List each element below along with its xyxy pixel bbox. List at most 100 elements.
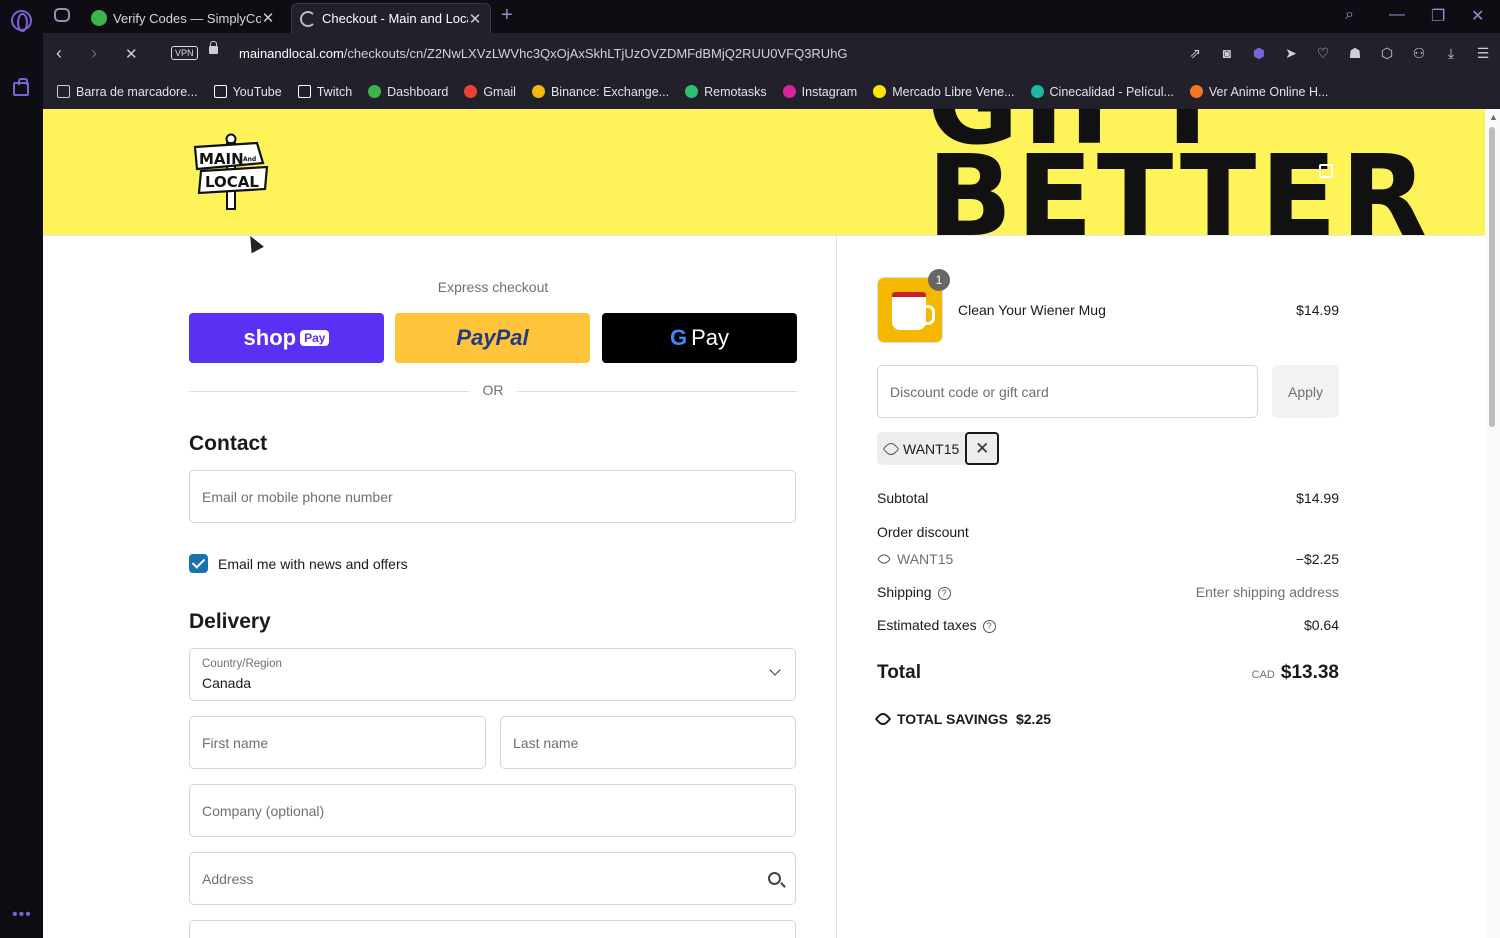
instagram-icon [782,85,796,98]
last-name-input[interactable]: Last name [500,716,796,769]
restore-icon[interactable]: ❐ [1431,6,1445,26]
tag-icon [876,551,892,567]
menu-icon[interactable]: ☰ [1474,44,1492,62]
bookmark-item[interactable]: YouTube [213,85,282,99]
bookmark-item[interactable]: Cinecalidad - Películ... [1030,85,1174,99]
checkout-page: MAIN And LOCAL GIFT BETTER Express check… [43,109,1485,938]
company-input[interactable]: Company (optional) [189,784,796,837]
bookmark-label: Binance: Exchange... [550,84,670,99]
or-label: OR [482,382,504,398]
newsletter-checkbox[interactable] [189,554,208,573]
tab-label: Verify Codes — SimplyCodes [113,10,261,26]
bookmark-item[interactable]: Binance: Exchange... [531,84,670,99]
bookmark-item[interactable]: Remotasks [685,85,767,99]
url-host: mainandlocal.com [239,46,344,61]
quantity-badge: 1 [928,269,950,291]
bookmark-label: Mercado Libre Vene... [892,84,1015,99]
close-window-icon[interactable]: ✕ [1471,6,1484,26]
tab-label: Checkout - Main and Local [322,11,468,26]
shield-extension-icon[interactable]: ⬢ [1250,44,1268,62]
discount-value: −$2.25 [1295,551,1339,567]
store-banner: MAIN And LOCAL GIFT BETTER [43,109,1485,236]
bookmark-item[interactable]: Barra de marcadore... [57,85,198,99]
bookmark-label: Twitch [316,84,353,99]
email-input[interactable]: Email or mobile phone number [189,470,796,523]
ai-assistant-icon[interactable]: ☗ [1346,44,1364,62]
gx-controller-icon[interactable] [54,8,70,22]
new-tab-icon[interactable]: + [501,4,513,27]
send-icon[interactable]: ➤ [1282,44,1300,62]
shop-pay-label: shop [243,325,297,350]
address-input[interactable]: Address [189,852,796,905]
shop-pay-button[interactable]: shop Pay [189,313,384,363]
first-name-input[interactable]: First name [189,716,486,769]
first-name-placeholder: First name [202,734,269,751]
subtotal-label: Subtotal [877,490,929,506]
bookmark-label: Remotasks [704,84,767,99]
minimize-icon[interactable]: — [1389,6,1405,24]
column-divider [836,236,837,938]
main-and-local-logo[interactable]: MAIN And LOCAL [193,133,269,213]
bookmark-label: Dashboard [387,84,449,99]
paypal-button[interactable]: PayPal [395,313,590,363]
camera-icon[interactable]: ◙ [1218,44,1236,62]
total-savings: TOTAL SAVINGS $2.25 [874,710,1051,728]
profile-icon[interactable]: ⚇ [1410,44,1428,62]
discount-code: WANT15 [897,551,954,567]
apartment-input[interactable] [189,920,796,938]
back-icon[interactable]: ‹ [56,43,62,64]
scroll-up-icon[interactable]: ▲ [1489,112,1498,122]
subtotal-row: Subtotal $14.99 [877,490,1339,506]
tab-checkout[interactable]: Checkout - Main and Local ✕ [291,3,491,33]
apply-button[interactable]: Apply [1272,365,1339,418]
bookmark-item[interactable]: Twitch [297,84,353,99]
newsletter-checkbox-row[interactable]: Email me with news and offers [189,554,408,573]
bookmark-item[interactable]: Ver Anime Online H... [1189,85,1328,99]
forward-icon[interactable]: › [91,43,97,64]
page-scrollbar[interactable]: ▲ [1485,109,1500,938]
savings-label: TOTAL SAVINGS [897,711,1008,727]
lock-icon[interactable] [209,41,218,54]
help-icon[interactable]: ? [982,620,996,633]
heart-icon[interactable]: ♡ [1314,44,1332,62]
browser-sidebar: ••• [0,0,43,938]
share-icon[interactable]: ⇗ [1186,44,1204,62]
bookmark-item[interactable]: Gmail [464,85,516,99]
help-icon[interactable]: ? [937,587,951,600]
product-price: $14.99 [1296,302,1339,318]
close-tab-icon[interactable]: ✕ [261,9,275,27]
vpn-badge[interactable]: VPN [171,46,198,60]
url-path: /checkouts/cn/Z2NwLXVzLWVhc3QxOjAxSkhLTj… [343,46,848,61]
close-tab-icon[interactable]: ✕ [468,10,482,28]
paypal-label: PayPal [456,325,529,350]
opera-logo-icon[interactable] [11,10,32,32]
country-label: Country/Region [202,658,282,670]
url-input[interactable]: mainandlocal.com/checkouts/cn/Z2NwLXVzLW… [239,46,848,61]
delivery-heading: Delivery [189,610,271,633]
discount-code-input[interactable]: Discount code or gift card [877,365,1258,418]
search-tabs-icon[interactable]: ⌕ [1345,6,1354,24]
search-icon[interactable] [768,872,781,885]
workspaces-icon[interactable] [13,78,29,96]
google-pay-button[interactable]: G Pay [602,313,797,363]
applied-code: WANT15 [903,440,960,457]
bookmark-label: Gmail [483,84,516,99]
tab-verify-codes[interactable]: Verify Codes — SimplyCodes ✕ [83,3,283,33]
bookmark-item[interactable]: Dashboard [368,85,448,99]
applied-discount-chip: WANT15 ✕ [877,432,1000,465]
bookmark-item[interactable]: Mercado Libre Vene... [873,84,1015,99]
stop-loading-icon[interactable]: ✕ [125,45,138,63]
binance-icon [531,85,545,98]
country-select[interactable]: Country/Region Canada [189,648,796,701]
download-icon[interactable]: ⤓ [1442,44,1460,62]
bookmark-item[interactable]: Instagram [782,85,857,99]
tab-strip: Verify Codes — SimplyCodes ✕ Checkout - … [43,0,1500,33]
shopping-bag-icon[interactable] [1319,164,1333,178]
extensions-cube-icon[interactable]: ⬡ [1378,44,1396,62]
taxes-value: $0.64 [1303,617,1339,633]
total-label: Total [877,662,921,683]
more-icon[interactable]: ••• [12,906,32,924]
simplycodes-favicon-icon [91,10,107,26]
scrollbar-thumb[interactable] [1489,127,1495,427]
remove-discount-button[interactable]: ✕ [965,432,1000,465]
